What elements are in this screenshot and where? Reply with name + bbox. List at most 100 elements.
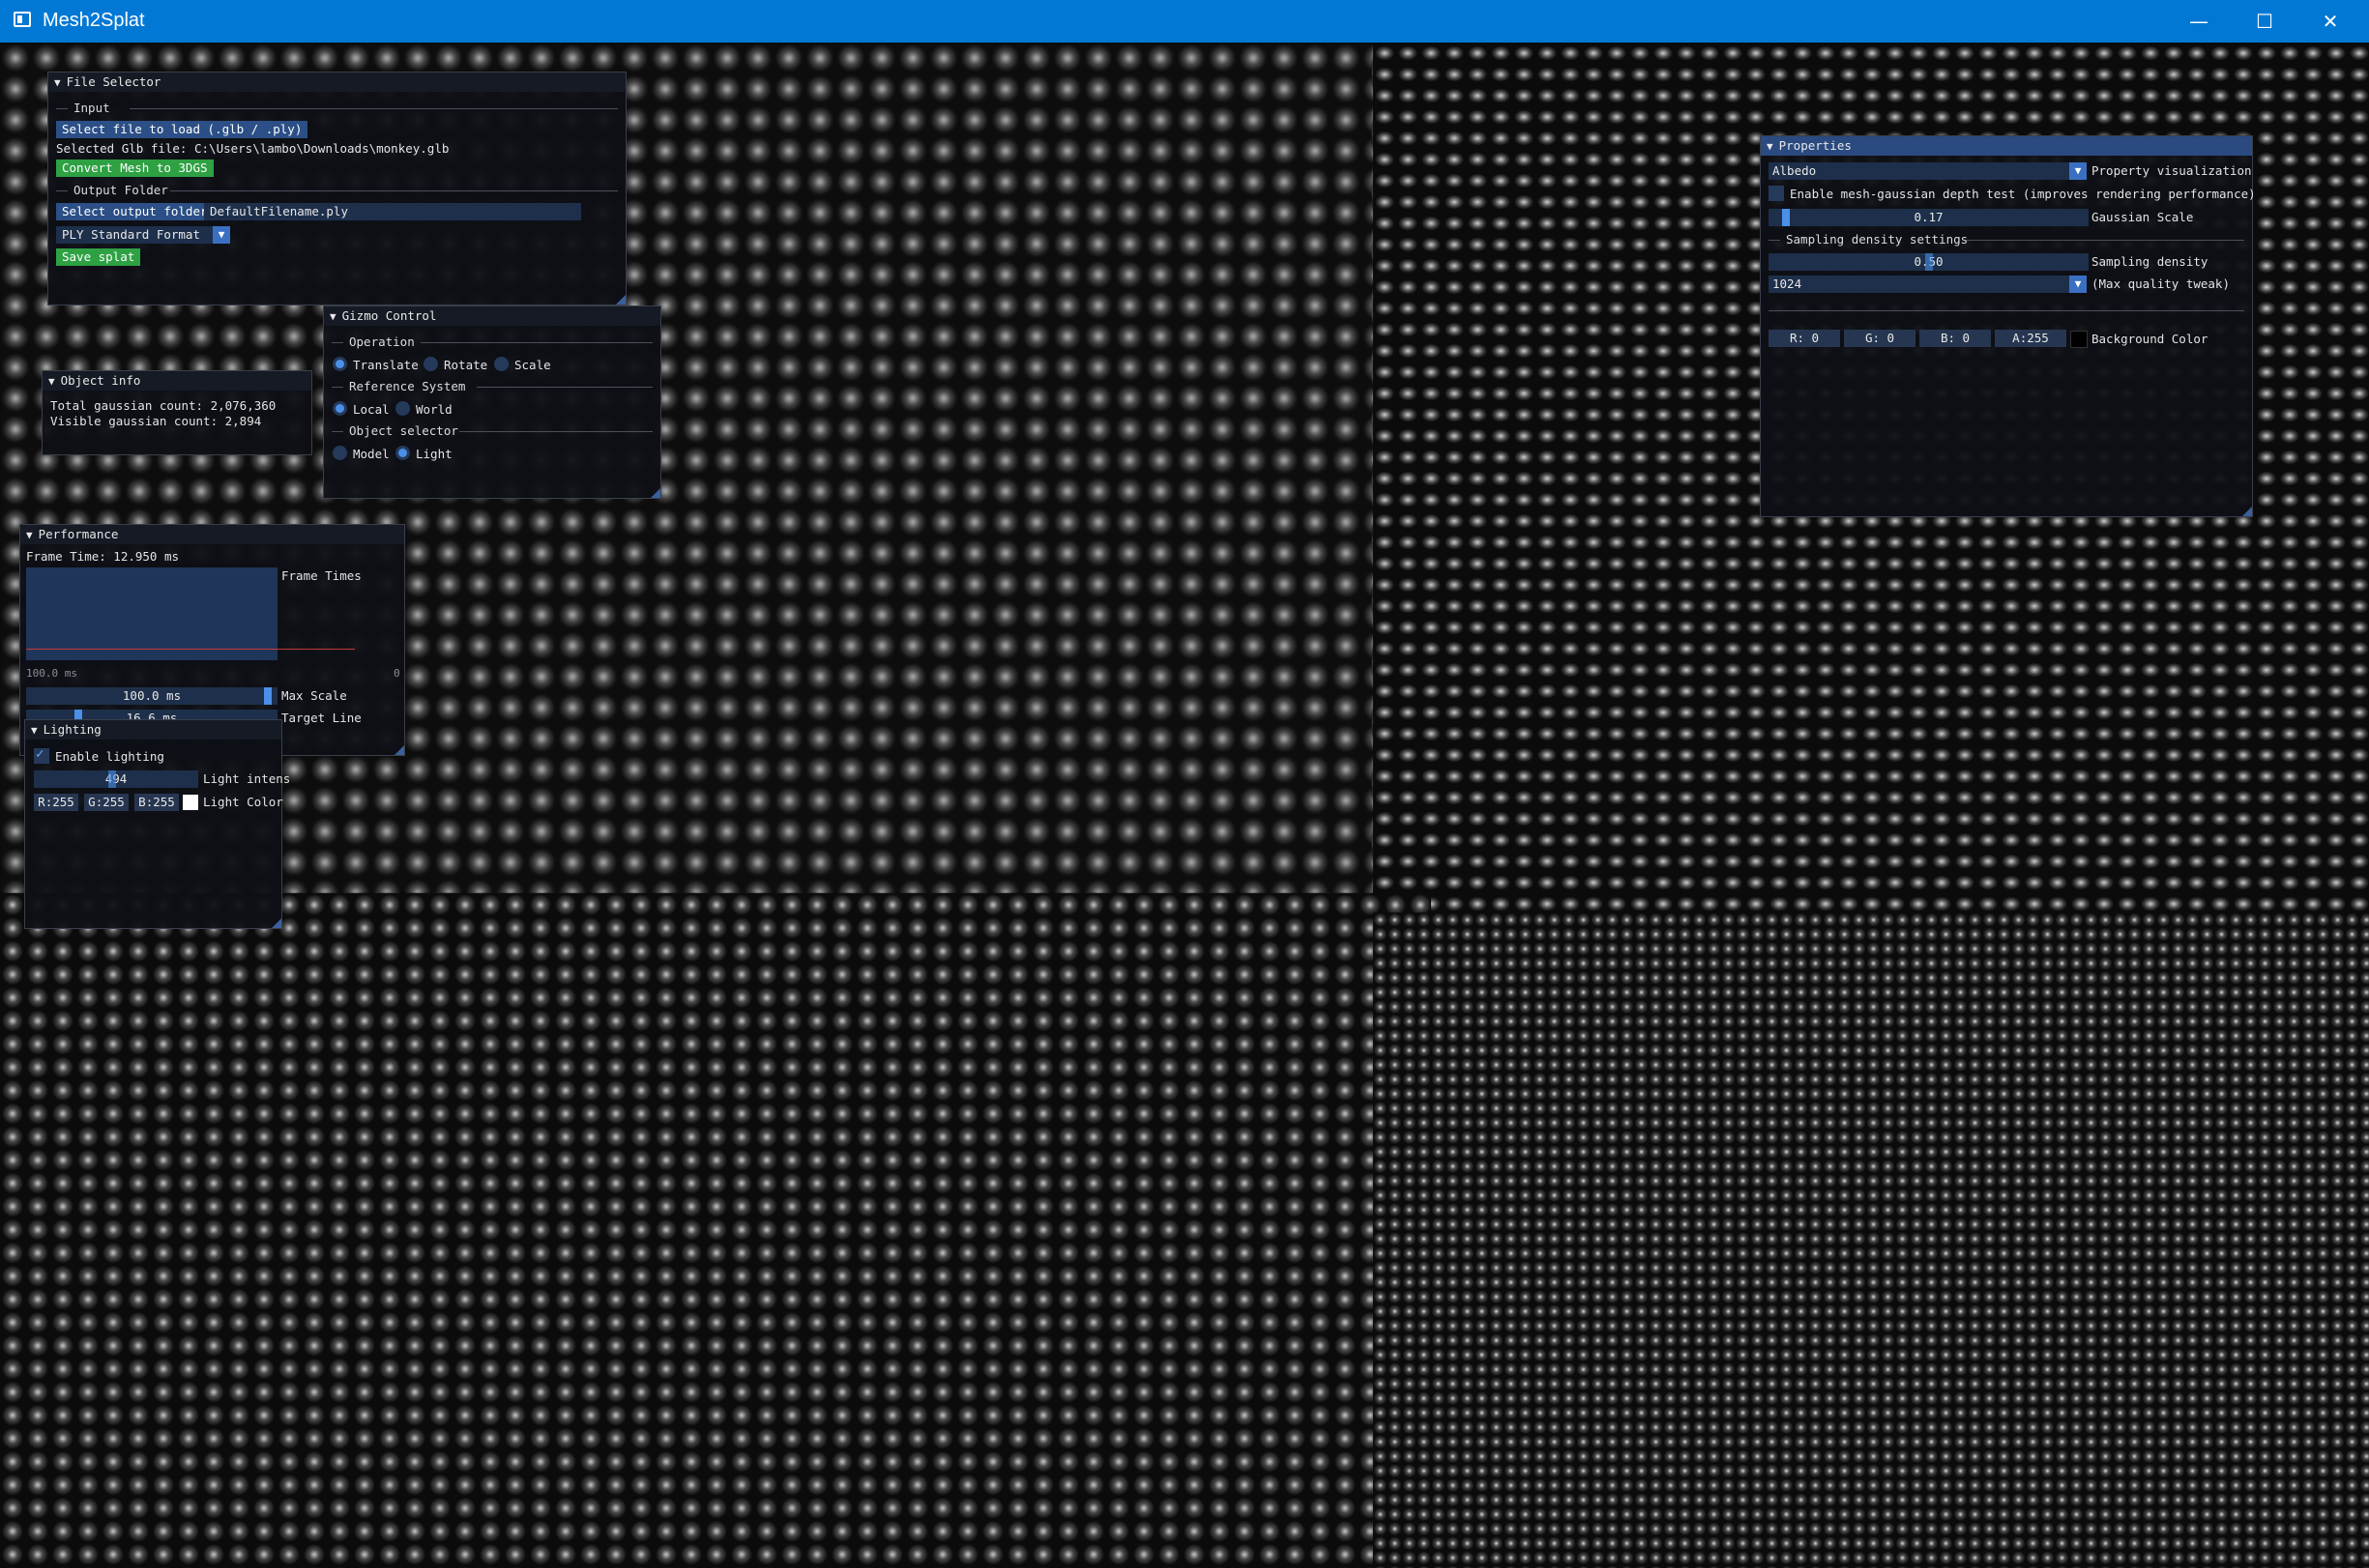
- splat-floor-right: [1373, 913, 2369, 1568]
- panel-title: Lighting: [43, 722, 102, 737]
- title-bar: Mesh2Splat — ☐ ✕: [0, 0, 2369, 43]
- collapse-arrow-icon[interactable]: ▼: [1767, 140, 1773, 153]
- sampling-density-label: Sampling density: [2091, 254, 2208, 269]
- resize-grip[interactable]: [272, 918, 281, 928]
- close-button[interactable]: ✕: [2297, 0, 2363, 43]
- light-label: Light: [416, 447, 453, 461]
- chevron-down-icon[interactable]: ▼: [213, 226, 230, 244]
- gizmo-control-header[interactable]: ▼ Gizmo Control: [324, 306, 660, 326]
- object-selector-section-label: Object selector: [349, 423, 458, 438]
- output-filename-input[interactable]: DefaultFilename.ply: [204, 203, 581, 220]
- depth-test-checkbox[interactable]: [1769, 186, 1784, 201]
- minimize-button[interactable]: —: [2166, 0, 2232, 43]
- local-radio[interactable]: [333, 401, 347, 416]
- light-radio[interactable]: [395, 446, 410, 460]
- max-scale-slider[interactable]: 100.0 ms: [26, 687, 278, 705]
- chevron-down-icon[interactable]: ▼: [2069, 276, 2087, 293]
- light-color-g-input[interactable]: G:255: [84, 794, 129, 811]
- rotate-radio[interactable]: [424, 357, 438, 371]
- separator: [130, 108, 618, 109]
- separator: [56, 190, 68, 191]
- panel-title: Gizmo Control: [341, 308, 437, 323]
- reference-section-label: Reference System: [349, 379, 466, 393]
- frame-time-text: Frame Time: 12.950 ms: [26, 549, 180, 564]
- model-radio[interactable]: [333, 446, 347, 460]
- depth-test-label: Enable mesh-gaussian depth test (improve…: [1790, 187, 2256, 201]
- resize-grip[interactable]: [2242, 507, 2252, 516]
- collapse-arrow-icon[interactable]: ▼: [54, 76, 61, 89]
- property-visualization-label: Property visualization: [2091, 163, 2252, 178]
- separator: [477, 387, 653, 388]
- select-file-button[interactable]: Select file to load (.glb / .ply): [56, 121, 308, 138]
- panel-title: Performance: [38, 527, 119, 541]
- separator: [1769, 310, 2244, 311]
- max-quality-dropdown[interactable]: 1024: [1769, 276, 2081, 293]
- select-output-folder-button[interactable]: Select output folder: [56, 203, 214, 220]
- background-color-label: Background Color: [2091, 332, 2208, 346]
- bg-color-a-input[interactable]: A:255: [1995, 330, 2066, 347]
- output-section-label: Output Folder: [73, 183, 168, 197]
- separator: [459, 431, 653, 432]
- bg-color-swatch[interactable]: [2070, 331, 2088, 348]
- collapse-arrow-icon[interactable]: ▼: [48, 375, 55, 388]
- light-color-swatch[interactable]: [183, 795, 198, 810]
- property-visualization-dropdown[interactable]: Albedo: [1769, 162, 2081, 180]
- gaussian-scale-slider[interactable]: 0.17: [1769, 209, 2089, 226]
- max-scale-label: Max Scale: [281, 688, 347, 703]
- separator: [170, 190, 618, 191]
- resize-grip[interactable]: [616, 295, 626, 305]
- target-line-label: Target Line: [281, 711, 362, 725]
- input-section-label: Input: [73, 101, 110, 115]
- maximize-button[interactable]: ☐: [2232, 0, 2297, 43]
- file-selector-header[interactable]: ▼ File Selector: [48, 73, 626, 92]
- model-label: Model: [353, 447, 390, 461]
- bg-color-g-input[interactable]: G: 0: [1844, 330, 1916, 347]
- enable-lighting-checkbox[interactable]: [34, 746, 49, 764]
- resize-grip[interactable]: [651, 488, 660, 498]
- resize-grip[interactable]: [395, 745, 404, 755]
- save-splat-button[interactable]: Save splat: [56, 248, 141, 266]
- collapse-arrow-icon[interactable]: ▼: [26, 529, 33, 541]
- collapse-arrow-icon[interactable]: ▼: [330, 310, 336, 323]
- frame-times-plot[interactable]: [26, 567, 278, 660]
- properties-header[interactable]: ▼ Properties: [1761, 136, 2252, 156]
- slider-grab[interactable]: [264, 687, 272, 705]
- operation-section-label: Operation: [349, 334, 415, 349]
- scale-label: Scale: [514, 358, 551, 372]
- chevron-down-icon[interactable]: ▼: [2069, 162, 2087, 180]
- world-label: World: [416, 402, 453, 417]
- light-intensity-slider[interactable]: 494: [34, 770, 198, 788]
- slider-grab[interactable]: [1782, 209, 1790, 226]
- splat-floor-left: [0, 893, 1431, 1568]
- visible-gaussian-count: Visible gaussian count: 2,894: [50, 414, 262, 428]
- total-gaussian-count: Total gaussian count: 2,076,360: [50, 398, 277, 413]
- object-info-panel: ▼ Object info Total gaussian count: 2,076…: [42, 370, 312, 455]
- selected-file-text: Selected Glb file: C:\Users\lambo\Downlo…: [56, 141, 450, 156]
- lighting-header[interactable]: ▼ Lighting: [25, 720, 281, 740]
- plot-min-label: 100.0 ms: [26, 667, 77, 680]
- format-dropdown[interactable]: PLY Standard Format: [56, 226, 213, 244]
- convert-mesh-button[interactable]: Convert Mesh to 3DGS: [56, 160, 214, 177]
- window-title: Mesh2Splat: [43, 10, 145, 31]
- bg-color-b-input[interactable]: B: 0: [1919, 330, 1991, 347]
- translate-radio[interactable]: [333, 357, 347, 371]
- performance-header[interactable]: ▼ Performance: [20, 525, 404, 544]
- panel-title: File Selector: [66, 74, 161, 89]
- light-color-b-input[interactable]: B:255: [134, 794, 179, 811]
- panel-title: Object info: [60, 373, 141, 388]
- collapse-arrow-icon[interactable]: ▼: [31, 724, 38, 737]
- gaussian-scale-label: Gaussian Scale: [2091, 210, 2194, 224]
- bg-color-r-input[interactable]: R: 0: [1769, 330, 1840, 347]
- world-radio[interactable]: [395, 401, 410, 416]
- light-color-r-input[interactable]: R:255: [34, 794, 78, 811]
- scale-radio[interactable]: [494, 357, 509, 371]
- translate-label: Translate: [353, 358, 419, 372]
- object-info-header[interactable]: ▼ Object info: [43, 371, 311, 391]
- slider-grab[interactable]: [1925, 253, 1933, 271]
- slider-grab[interactable]: [108, 770, 116, 788]
- rotate-label: Rotate: [444, 358, 488, 372]
- light-intensity-label: Light intens: [203, 771, 291, 786]
- separator: [421, 342, 653, 343]
- panel-title: Properties: [1778, 138, 1852, 153]
- target-line-extension: [278, 649, 355, 650]
